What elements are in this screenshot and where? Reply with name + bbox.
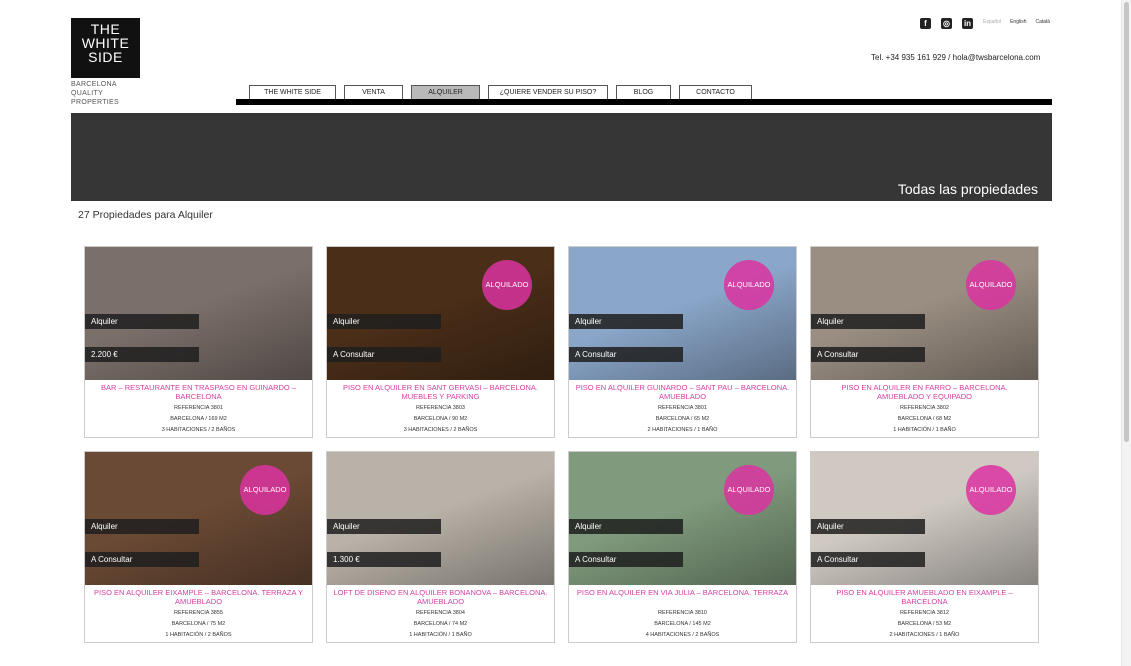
listing-price: A Consultar	[811, 552, 925, 567]
listing-reference: REFERENCIA 3855	[174, 610, 223, 616]
rented-badge: ALQUILADO	[482, 260, 532, 310]
listing-title[interactable]: PISO EN ALQUILER EN SANT GERVASI – BARCE…	[333, 383, 548, 401]
listing-title[interactable]: BAR – RESTAURANTE EN TRASPASO EN GUINARD…	[91, 383, 306, 401]
listing-reference: REFERENCIA 3810	[658, 610, 707, 616]
listing-price: 1.300 €	[327, 552, 441, 567]
logo-tagline: BARCELONA QUALITY PROPERTIES	[71, 80, 140, 107]
rented-badge: ALQUILADO	[724, 260, 774, 310]
listing-reference: REFERENCIA 3801	[658, 405, 707, 411]
listing-card[interactable]: Alquiler A Consultar ALQUILADO PISO EN ALQU…	[84, 451, 313, 643]
listing-location-size: BARCELONA / 74 M2	[413, 621, 468, 627]
rented-badge: ALQUILADO	[240, 465, 290, 515]
nav-blog[interactable]: BLOG	[616, 85, 671, 99]
listing-price: A Consultar	[811, 347, 925, 362]
listing-card[interactable]: Alquiler 1.300 € LOFT DE DISENO EN ALQUILE…	[326, 451, 555, 643]
lang-espanol[interactable]: Español	[983, 19, 1001, 25]
listing-price: A Consultar	[85, 552, 199, 567]
listing-rooms-baths: 3 HABITACIONES / 2 BAÑOS	[161, 427, 236, 433]
listing-reference: REFERENCIA 3803	[416, 405, 465, 411]
listing-reference: REFERENCIA 3801	[174, 405, 223, 411]
listing-price: 2.200 €	[85, 347, 199, 362]
listing-reference: REFERENCIA 3804	[416, 610, 465, 616]
listing-reference: REFERENCIA 3812	[900, 610, 949, 616]
scrollbar-thumb[interactable]	[1124, 2, 1129, 442]
site-logo[interactable]: THE WHITE SIDE BARCELONA QUALITY PROPERT…	[71, 18, 140, 106]
listing-location-size: BARCELONA / 68 M2	[897, 416, 952, 422]
nav-alquiler[interactable]: ALQUILER	[411, 85, 480, 99]
logo-mark: THE WHITE SIDE	[71, 18, 140, 78]
logo-tagline-line1: BARCELONA	[71, 81, 117, 88]
banner-title: Todas las propiedades	[897, 181, 1038, 197]
listing-type-label: Alquiler	[327, 314, 441, 329]
listing-location-size: BARCELONA / 90 M2	[413, 416, 468, 422]
logo-tagline-line3: PROPERTIES	[71, 99, 119, 106]
nav-the-white-side[interactable]: THE WHITE SIDE	[249, 85, 336, 99]
lang-catala[interactable]: Català	[1035, 19, 1049, 25]
page-scrollbar[interactable]	[1121, 0, 1131, 666]
listing-location-size: BARCELONA / 65 M2	[655, 416, 710, 422]
listing-location-size: BARCELONA / 53 M2	[897, 621, 952, 627]
listing-location-size: BARCELONA / 169 M2	[170, 416, 227, 422]
results-count: 27 Propiedades para Alquiler	[78, 209, 213, 221]
listing-type-label: Alquiler	[569, 314, 683, 329]
listing-location-size: BARCELONA / 145 M2	[654, 621, 711, 627]
listing-rooms-baths: 1 HABITACIÓN / 1 BAÑO	[893, 427, 956, 433]
main-nav: THE WHITE SIDE VENTA ALQUILER ¿QUIERE VE…	[249, 85, 760, 99]
logo-tagline-line2: QUALITY	[71, 90, 104, 97]
listing-price: A Consultar	[327, 347, 441, 362]
listing-rooms-baths: 4 HABITACIONES / 2 BAÑOS	[645, 632, 720, 638]
listing-price: A Consultar	[569, 552, 683, 567]
listing-type-label: Alquiler	[327, 519, 441, 534]
listing-rooms-baths: 2 HABITACIONES / 1 BAÑO	[647, 427, 718, 433]
listing-type-label: Alquiler	[569, 519, 683, 534]
language-switcher: Español English Català	[983, 19, 1050, 25]
instagram-icon[interactable]: ◎	[941, 18, 952, 29]
nav-underline	[236, 99, 1052, 105]
listing-type-label: Alquiler	[85, 519, 199, 534]
rented-badge: ALQUILADO	[724, 465, 774, 515]
listing-rooms-baths: 2 HABITACIONES / 1 BAÑO	[889, 632, 960, 638]
nav-venta[interactable]: VENTA	[344, 85, 403, 99]
lang-english[interactable]: English	[1010, 19, 1026, 25]
social-links: f ◎ in	[920, 18, 973, 29]
listing-card[interactable]: Alquiler 2.200 € BAR – RESTAURANTE EN TRAS…	[84, 246, 313, 438]
listing-title[interactable]: LOFT DE DISENO EN ALQUILER BONANOVA – BA…	[333, 588, 548, 606]
logo-text-line3: SIDE	[88, 49, 123, 65]
listing-rooms-baths: 1 HABITACIÓN / 2 BAÑOS	[165, 632, 232, 638]
listing-rooms-baths: 1 HABITACIÓN / 1 BAÑO	[409, 632, 472, 638]
listing-title[interactable]: PISO EN ALQUILER EN VIA JULIA – BARCELON…	[575, 588, 790, 597]
logo-text-line1: THE	[90, 21, 121, 37]
hero-banner: Todas las propiedades	[71, 113, 1052, 201]
listing-type-label: Alquiler	[811, 519, 925, 534]
listing-rooms-baths: 3 HABITACIONES / 2 BAÑOS	[403, 427, 478, 433]
listing-location-size: BARCELONA / 75 M2	[171, 621, 226, 627]
listing-reference: REFERENCIA 3802	[900, 405, 949, 411]
listing-card[interactable]: Alquiler A Consultar ALQUILADO PISO EN ALQU…	[810, 451, 1039, 643]
nav-vender-piso[interactable]: ¿QUIERE VENDER SU PISO?	[488, 85, 608, 99]
listing-type-label: Alquiler	[811, 314, 925, 329]
contact-info[interactable]: Tel. +34 935 161 929 / hola@twsbarcelona…	[871, 53, 1040, 62]
listing-card[interactable]: Alquiler A Consultar ALQUILADO PISO EN ALQU…	[568, 246, 797, 438]
rented-badge: ALQUILADO	[966, 465, 1016, 515]
rented-badge: ALQUILADO	[966, 260, 1016, 310]
listing-price: A Consultar	[569, 347, 683, 362]
listing-title[interactable]: PISO EN ALQUILER EN FARRO – BARCELONA. A…	[817, 383, 1032, 401]
nav-contacto[interactable]: CONTACTO	[679, 85, 752, 99]
facebook-icon[interactable]: f	[920, 18, 931, 29]
listing-type-label: Alquiler	[85, 314, 199, 329]
listing-card[interactable]: Alquiler A Consultar ALQUILADO PISO EN ALQU…	[568, 451, 797, 643]
linkedin-icon[interactable]: in	[962, 18, 973, 29]
listing-title[interactable]: PISO EN ALQUILER GUINARDO – SANT PAU – B…	[575, 383, 790, 401]
logo-text-line2: WHITE	[81, 35, 130, 51]
listing-title[interactable]: PISO EN ALQUILER AMUEBLADO EN EIXAMPLE –…	[817, 588, 1032, 606]
listing-card[interactable]: Alquiler A Consultar ALQUILADO PISO EN ALQU…	[326, 246, 555, 438]
listing-card[interactable]: Alquiler A Consultar ALQUILADO PISO EN ALQU…	[810, 246, 1039, 438]
listing-title[interactable]: PISO EN ALQUILER EIXAMPLE – BARCELONA. T…	[91, 588, 306, 606]
